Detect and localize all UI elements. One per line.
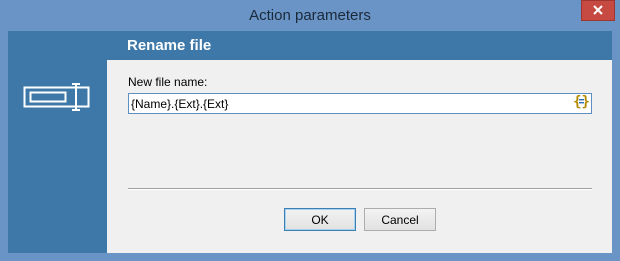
braces-macro-icon: {} bbox=[573, 93, 590, 115]
divider bbox=[128, 188, 592, 190]
content-panel: Rename file New file name: {} OK Cancel bbox=[107, 31, 612, 253]
dialog-window: Action parameters Rename file New file n… bbox=[0, 0, 620, 261]
action-title: Rename file bbox=[127, 37, 212, 54]
insert-macro-button[interactable]: {} bbox=[572, 94, 591, 113]
close-button[interactable] bbox=[581, 0, 615, 21]
close-icon bbox=[593, 2, 603, 20]
rename-field-icon bbox=[23, 81, 93, 118]
title-bar[interactable]: Action parameters bbox=[0, 0, 620, 31]
window-title: Action parameters bbox=[249, 7, 371, 24]
cancel-button[interactable]: Cancel bbox=[364, 208, 436, 231]
new-file-name-label: New file name: bbox=[128, 75, 208, 89]
dialog-body: Rename file New file name: {} OK Cancel bbox=[8, 31, 612, 253]
new-file-name-input[interactable] bbox=[128, 93, 592, 114]
ok-button[interactable]: OK bbox=[284, 208, 356, 231]
sidebar-panel bbox=[8, 31, 106, 253]
action-header: Rename file bbox=[107, 31, 612, 60]
